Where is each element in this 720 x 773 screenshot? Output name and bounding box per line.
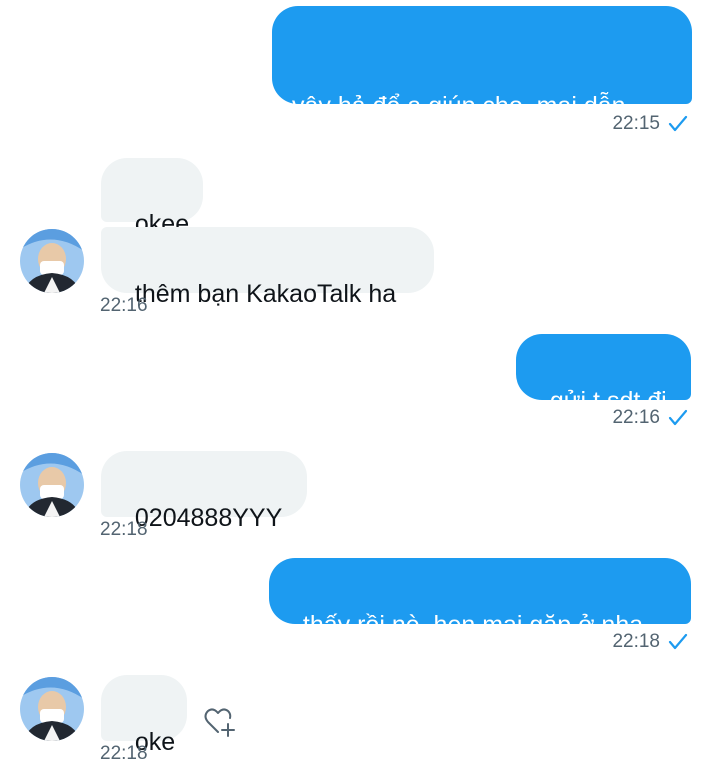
message-text: 0204888YYY [134, 504, 283, 532]
timestamp: 22:16 [100, 295, 148, 316]
message-meta: 22:16 [100, 295, 148, 317]
message-text: thấy rồi nè, hẹn mai gặp ở nha [302, 611, 644, 639]
avatar[interactable] [20, 677, 84, 741]
avatar[interactable] [20, 229, 84, 293]
received-message-bubble[interactable]: 0204888YYY [101, 451, 307, 532]
timestamp: 22:15 [612, 113, 660, 134]
check-icon [668, 115, 688, 133]
timestamp: 22:18 [100, 519, 148, 540]
check-icon [668, 409, 688, 427]
message-meta: 22:18 [100, 743, 148, 765]
received-message-bubble[interactable]: oke [101, 675, 187, 756]
received-message-bubble[interactable]: thêm bạn KakaoTalk ha [101, 227, 434, 308]
timestamp: 22:18 [612, 631, 660, 652]
message-meta: 22:15 [612, 113, 688, 135]
message-text: thêm bạn KakaoTalk ha [134, 280, 397, 308]
sent-message-bubble[interactable]: vậy hả để a giúp cho, mai dẫn m lên làm … [272, 6, 692, 222]
received-message-bubble[interactable]: okee [101, 158, 203, 238]
avatar[interactable] [20, 453, 84, 517]
message-meta: 22:18 [100, 519, 148, 541]
message-text-line: m lên làm quen với bạn của t [292, 194, 615, 222]
message-meta: 22:18 [612, 631, 688, 653]
check-icon [668, 633, 688, 651]
add-reaction-heart-icon[interactable] [202, 704, 238, 740]
timestamp: 22:16 [612, 407, 660, 428]
message-meta: 22:16 [612, 407, 688, 429]
timestamp: 22:18 [100, 743, 148, 764]
sent-message-bubble[interactable]: thấy rồi nè, hẹn mai gặp ở nha [269, 558, 691, 639]
sent-message-bubble[interactable]: gửi t sdt đi [516, 334, 691, 415]
